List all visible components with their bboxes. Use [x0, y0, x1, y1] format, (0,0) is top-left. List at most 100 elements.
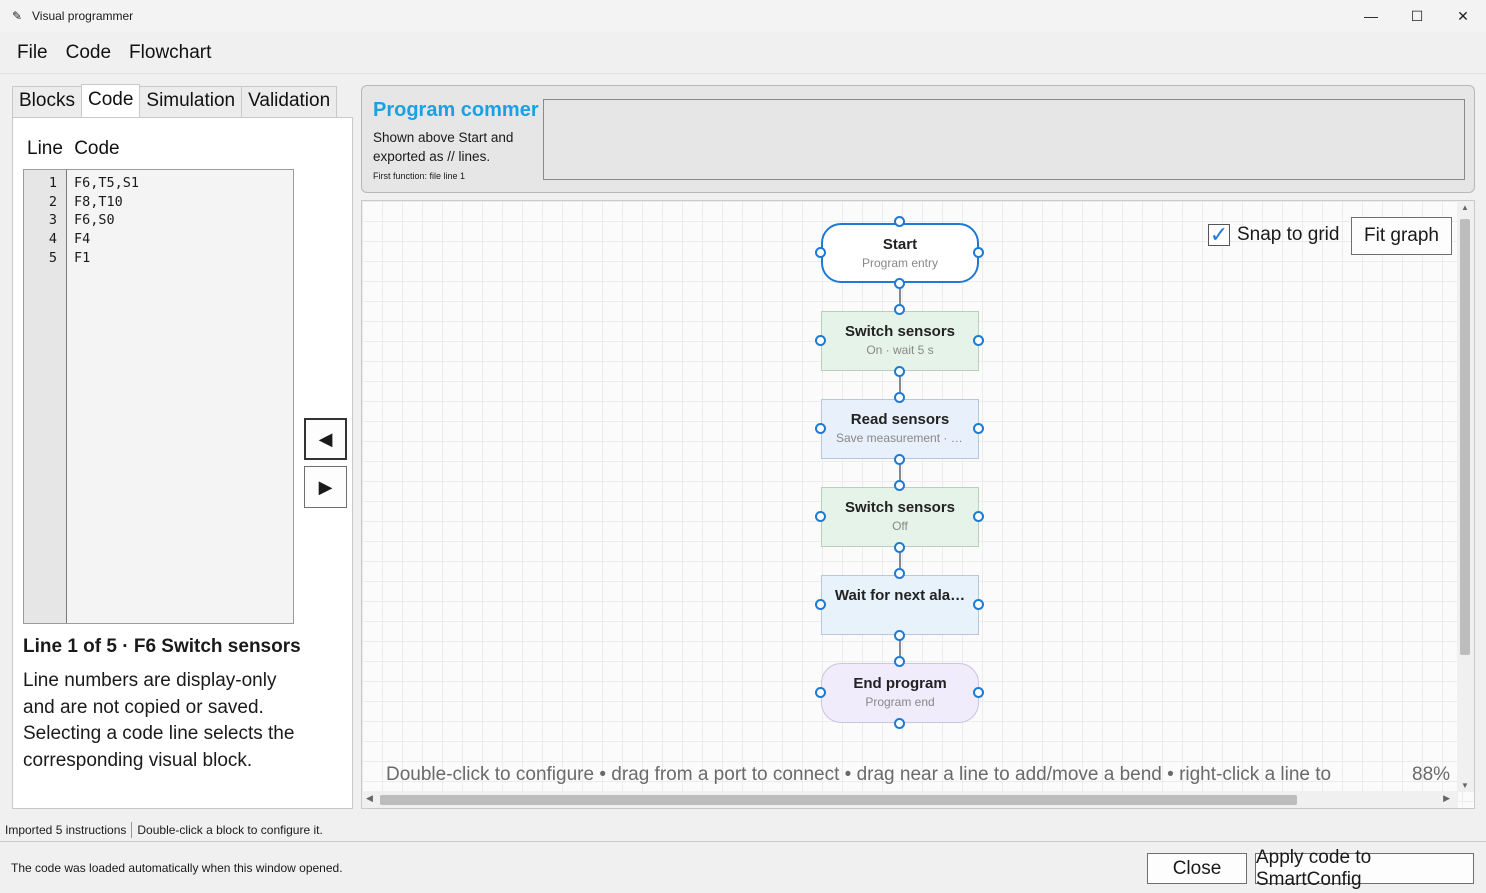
port-right[interactable]	[973, 423, 984, 434]
port-top[interactable]	[894, 304, 905, 315]
node-title: Read sensors	[850, 411, 950, 428]
port-top[interactable]	[894, 392, 905, 403]
port-bottom[interactable]	[894, 542, 905, 553]
port-bottom[interactable]	[894, 454, 905, 465]
code-line[interactable]: F6,T5,S1	[74, 174, 293, 193]
flow-node-switch-sensors-on[interactable]: Switch sensors On · wait 5 s	[821, 311, 979, 371]
vertical-scrollbar[interactable]: ▲ ▼	[1457, 201, 1474, 792]
status-hint: Double-click a block to configure it.	[137, 823, 323, 837]
comment-title: Program commer	[373, 99, 539, 121]
minimize-button[interactable]: —	[1348, 0, 1394, 32]
node-subtitle: On · wait 5 s	[866, 343, 934, 357]
arrow-left-icon: ◀	[318, 428, 333, 449]
node-subtitle: Program end	[865, 695, 935, 709]
code-editor[interactable]: 1 2 3 4 5 F6,T5,S1 F8,T10 F6,S0 F4 F1	[23, 169, 294, 624]
line-info: Line 1 of 5 · F6 Switch sensors	[23, 636, 301, 657]
port-right[interactable]	[973, 687, 984, 698]
comment-subnote: First function: file line 1	[373, 171, 466, 181]
node-title: Switch sensors	[844, 323, 956, 340]
port-left[interactable]	[815, 423, 826, 434]
window-controls: — ☐ ✕	[1348, 0, 1486, 32]
node-subtitle: Program entry	[861, 256, 939, 270]
node-subtitle: Save measurement · 1…	[836, 431, 970, 445]
tab-code[interactable]: Code	[80, 84, 141, 117]
window-title: Visual programmer	[32, 9, 134, 23]
left-tabs: Blocks Code Simulation Validation	[12, 84, 338, 118]
apply-to-code-button[interactable]: ▶	[304, 466, 347, 508]
code-line[interactable]: F8,T10	[74, 193, 293, 212]
scroll-down-icon[interactable]: ▼	[1461, 781, 1469, 790]
flow-node-end-program[interactable]: End program Program end	[821, 663, 979, 723]
code-line[interactable]: F1	[74, 249, 293, 268]
scroll-up-icon[interactable]: ▲	[1461, 203, 1469, 212]
comment-description: Shown above Start and exported as // lin…	[373, 130, 514, 164]
vertical-scroll-thumb[interactable]	[1460, 219, 1470, 655]
close-window-button[interactable]: ✕	[1440, 0, 1486, 32]
line-number: 2	[48, 193, 57, 210]
flow-node-wait-next-alarm[interactable]: Wait for next ala…	[821, 575, 979, 635]
zoom-level: 88%	[1412, 764, 1451, 785]
port-top[interactable]	[894, 216, 905, 227]
tab-simulation[interactable]: Simulation	[139, 86, 243, 118]
horizontal-scrollbar[interactable]: ◀ ▶	[362, 791, 1458, 808]
port-right[interactable]	[973, 511, 984, 522]
port-left[interactable]	[815, 335, 826, 346]
port-bottom[interactable]	[894, 366, 905, 377]
header-line: Line	[27, 138, 63, 159]
arrow-right-icon: ▶	[318, 476, 333, 497]
line-number: 1	[48, 175, 57, 191]
code-line[interactable]: F4	[74, 230, 293, 249]
maximize-button[interactable]: ☐	[1394, 0, 1440, 32]
apply-code-button[interactable]: Apply code to SmartConfig	[1255, 847, 1474, 890]
line-number-gutter: 1 2 3 4 5	[24, 170, 67, 623]
status-strip: Imported 5 instructions Double-click a b…	[0, 820, 1486, 840]
flowchart-canvas[interactable]: ✓ Snap to grid Fit graph Start Program e…	[361, 200, 1475, 809]
tab-validation[interactable]: Validation	[241, 86, 338, 118]
port-top[interactable]	[894, 656, 905, 667]
line-number: 4	[48, 231, 57, 248]
node-subtitle: Off	[892, 519, 908, 533]
tab-blocks[interactable]: Blocks	[12, 86, 82, 118]
node-title: End program	[853, 675, 947, 692]
code-line[interactable]: F6,S0	[74, 211, 293, 230]
line-number: 3	[48, 212, 57, 229]
snap-to-grid[interactable]: ✓ Snap to grid	[1208, 224, 1339, 246]
port-bottom[interactable]	[894, 718, 905, 729]
close-button[interactable]: Close	[1147, 853, 1247, 884]
horizontal-scroll-thumb[interactable]	[380, 795, 1297, 805]
port-bottom[interactable]	[894, 630, 905, 641]
port-left[interactable]	[815, 247, 826, 258]
scroll-right-icon[interactable]: ▶	[1443, 793, 1450, 804]
scroll-left-icon[interactable]: ◀	[366, 793, 373, 804]
code-tab-panel: Line Code 1 2 3 4 5 F6,T5,S1 F8,T10 F6,S…	[12, 117, 353, 809]
flow-node-start[interactable]: Start Program entry	[821, 223, 979, 283]
menu-bar: File Code Flowchart	[0, 32, 1486, 74]
port-right[interactable]	[973, 335, 984, 346]
port-left[interactable]	[815, 599, 826, 610]
menu-flowchart[interactable]: Flowchart	[120, 42, 220, 64]
node-title: Wait for next ala…	[834, 587, 966, 604]
menu-code[interactable]: Code	[57, 42, 120, 64]
snap-to-grid-checkbox[interactable]: ✓	[1208, 224, 1230, 246]
port-right[interactable]	[973, 599, 984, 610]
program-comment-panel: Program commer Shown above Start and exp…	[361, 85, 1475, 193]
program-comment-input[interactable]	[543, 99, 1465, 180]
port-left[interactable]	[815, 511, 826, 522]
port-top[interactable]	[894, 568, 905, 579]
port-bottom[interactable]	[894, 278, 905, 289]
code-help-text: Line numbers are display-only and are no…	[23, 670, 295, 771]
title-bar: ✎ Visual programmer — ☐ ✕	[0, 0, 1486, 32]
apply-to-blocks-button[interactable]: ◀	[304, 418, 347, 460]
fit-graph-button[interactable]: Fit graph	[1351, 217, 1452, 255]
line-number: 5	[48, 249, 57, 266]
port-left[interactable]	[815, 687, 826, 698]
bottom-bar: The code was loaded automatically when t…	[0, 841, 1486, 893]
snap-to-grid-label: Snap to grid	[1237, 224, 1340, 245]
flow-node-switch-sensors-off[interactable]: Switch sensors Off	[821, 487, 979, 547]
wand-icon: ✎	[11, 9, 23, 23]
port-right[interactable]	[973, 247, 984, 258]
menu-file[interactable]: File	[8, 42, 57, 64]
port-top[interactable]	[894, 480, 905, 491]
flow-node-read-sensors[interactable]: Read sensors Save measurement · 1…	[821, 399, 979, 459]
code-text[interactable]: F6,T5,S1 F8,T10 F6,S0 F4 F1	[67, 170, 293, 623]
